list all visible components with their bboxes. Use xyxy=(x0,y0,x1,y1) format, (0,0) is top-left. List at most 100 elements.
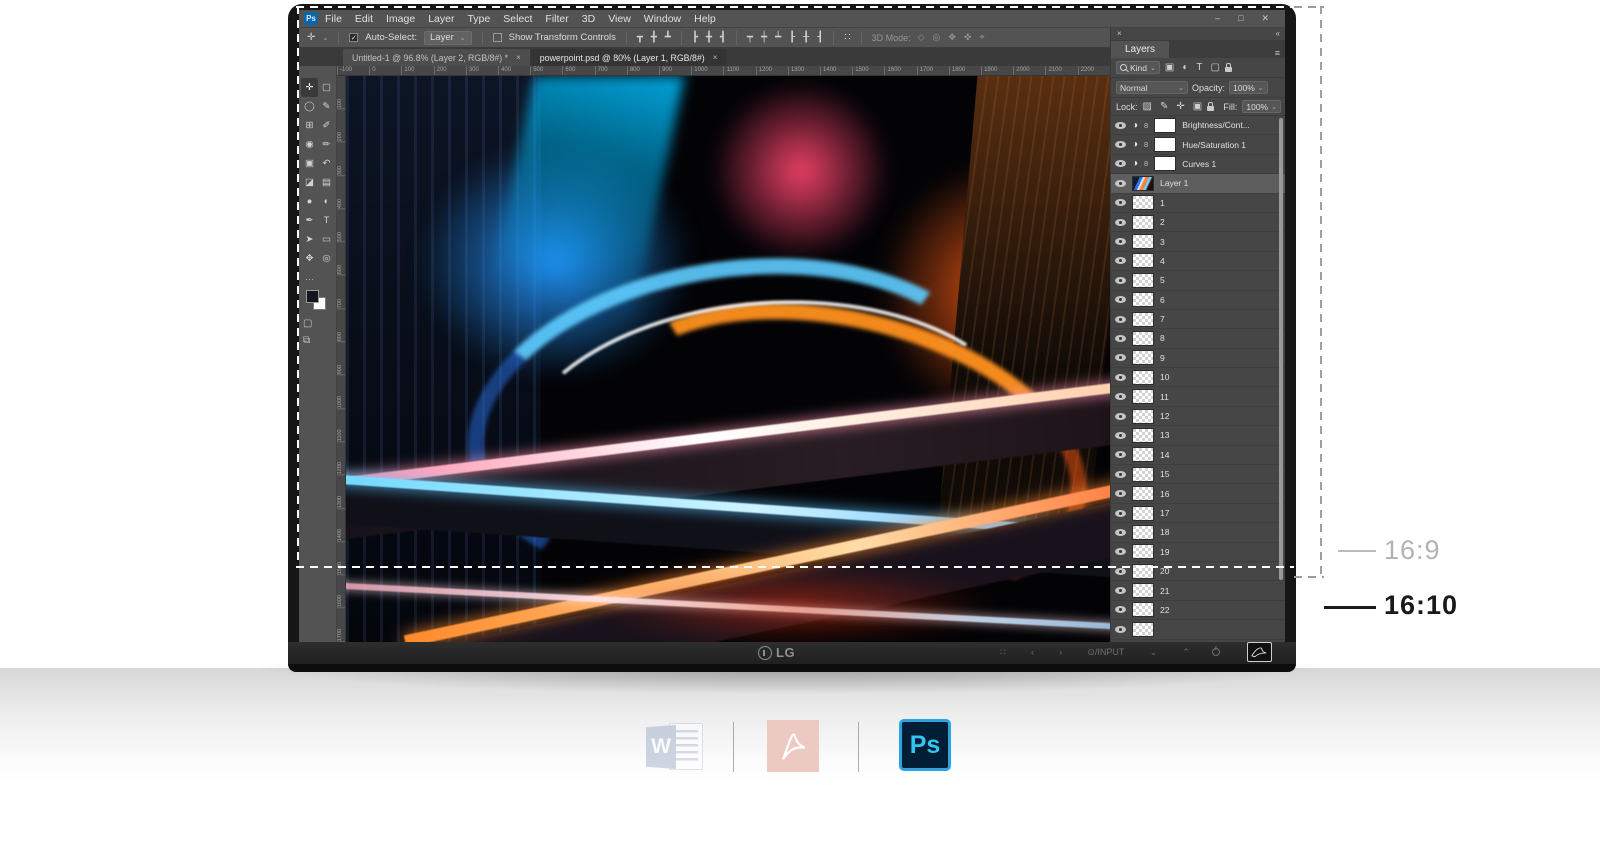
layer-name[interactable]: 6 xyxy=(1160,295,1165,305)
menu-item[interactable]: Help xyxy=(694,13,716,25)
layer-thumbnail[interactable] xyxy=(1132,447,1154,463)
visibility-eye-icon[interactable] xyxy=(1115,373,1126,381)
auto-select-target-dropdown[interactable]: Layer ⌄ xyxy=(424,30,472,45)
menu-item[interactable]: Filter xyxy=(545,13,568,25)
power-button[interactable] xyxy=(1212,648,1220,656)
layer-row[interactable]: 6 xyxy=(1111,291,1285,310)
history-brush-tool[interactable]: ↶ xyxy=(318,154,335,173)
layer-row[interactable]: 20 xyxy=(1111,562,1285,582)
align-icon[interactable]: ╋ xyxy=(706,32,712,43)
layer-row[interactable]: 9 xyxy=(1111,349,1285,369)
layer-name[interactable]: 2 xyxy=(1160,217,1165,227)
layer-thumbnail[interactable] xyxy=(1132,195,1154,211)
menu-item[interactable]: Window xyxy=(644,13,681,25)
screen-mode-icon[interactable]: ▢ xyxy=(303,318,312,329)
visibility-eye-icon[interactable] xyxy=(1115,509,1126,517)
lock-all-icon[interactable] xyxy=(1207,101,1215,111)
tab-close-icon[interactable]: × xyxy=(713,53,718,62)
minimize-button[interactable]: – xyxy=(1215,13,1220,24)
lock-option-icon[interactable]: ✎ xyxy=(1160,101,1168,112)
layer-name[interactable]: 4 xyxy=(1160,256,1165,266)
filter-type-icon[interactable]: ▢ xyxy=(1211,62,1220,73)
visibility-eye-icon[interactable] xyxy=(1115,179,1126,187)
layer-row[interactable]: 8 xyxy=(1111,329,1285,349)
layer-name[interactable]: 3 xyxy=(1160,237,1165,247)
align-icon[interactable]: ╋ xyxy=(651,32,657,43)
layer-name[interactable]: Hue/Saturation 1 xyxy=(1182,140,1246,150)
layer-thumbnail[interactable] xyxy=(1132,369,1154,385)
layer-name[interactable]: 17 xyxy=(1160,508,1169,518)
distribute-icon[interactable]: ┠ xyxy=(789,32,795,43)
layer-thumbnail[interactable] xyxy=(1132,234,1154,250)
filter-type-icon[interactable]: ◐ xyxy=(1182,62,1188,73)
layer-thumbnail[interactable] xyxy=(1132,350,1154,366)
quick-select-tool[interactable]: ✎ xyxy=(318,97,335,116)
crop-tool[interactable]: ⊞ xyxy=(301,116,318,135)
selected-layer-row[interactable]: Layer 1 xyxy=(1111,174,1285,194)
distribute-icon[interactable]: ┷ xyxy=(775,32,781,43)
foreground-color-swatch[interactable] xyxy=(306,290,319,303)
layer-thumbnail[interactable] xyxy=(1132,292,1154,308)
layer-row[interactable]: 18 xyxy=(1111,523,1285,543)
up-button[interactable]: ⌃ xyxy=(1182,647,1190,657)
visibility-eye-icon[interactable] xyxy=(1115,257,1126,265)
layer-row[interactable]: 14 xyxy=(1111,446,1285,466)
layer-name[interactable]: 10 xyxy=(1160,372,1169,382)
layer-name[interactable]: 7 xyxy=(1160,314,1165,324)
ps-app-icon[interactable]: Ps xyxy=(304,12,318,25)
visibility-eye-icon[interactable] xyxy=(1115,334,1126,342)
move-tool[interactable]: ✛ xyxy=(301,78,318,97)
zoom-tool[interactable]: ◎ xyxy=(318,249,335,268)
layer-row[interactable]: 3 xyxy=(1111,232,1285,252)
adjustment-layer-row[interactable]: ◑ 8 Curves 1 xyxy=(1111,155,1285,175)
3d-mode-icon[interactable]: ✥ xyxy=(948,32,956,43)
visibility-eye-icon[interactable] xyxy=(1115,451,1126,459)
layer-mask-thumbnail[interactable] xyxy=(1154,117,1177,133)
align-icon[interactable]: ┫ xyxy=(720,32,726,43)
visibility-eye-icon[interactable] xyxy=(1115,625,1126,633)
layer-thumbnail[interactable] xyxy=(1132,330,1154,346)
visibility-eye-icon[interactable] xyxy=(1115,218,1126,226)
close-button[interactable]: ✕ xyxy=(1261,13,1269,24)
align-icon[interactable]: ┻ xyxy=(665,32,671,43)
next-button[interactable]: › xyxy=(1059,647,1062,657)
hand-tool[interactable]: ✥ xyxy=(301,249,318,268)
align-icon[interactable]: ┳ xyxy=(637,32,643,43)
layer-row[interactable]: 2 xyxy=(1111,213,1285,233)
visibility-eye-icon[interactable] xyxy=(1115,393,1126,401)
adjustment-layer-row[interactable]: ◑ 8 Brightness/Cont... xyxy=(1111,116,1285,136)
menu-item[interactable]: 3D xyxy=(582,13,595,25)
layer-name[interactable]: Curves 1 xyxy=(1182,159,1216,169)
3d-mode-icon[interactable]: ◇ xyxy=(918,32,925,43)
filter-type-icon[interactable]: T xyxy=(1196,62,1202,73)
eyedropper-tool[interactable]: ✐ xyxy=(318,116,335,135)
layer-row[interactable]: 22 xyxy=(1111,601,1285,621)
document-tab-powerpoint[interactable]: powerpoint.psd @ 80% (Layer 1, RGB/8#) × xyxy=(530,49,727,66)
shape-tool[interactable]: ▭ xyxy=(318,230,335,249)
clone-stamp-tool[interactable]: ▣ xyxy=(301,154,318,173)
visibility-eye-icon[interactable] xyxy=(1115,160,1126,168)
menu-button[interactable]: ∷ xyxy=(1000,647,1006,657)
menu-item[interactable]: Edit xyxy=(355,13,373,25)
layer-row-cut[interactable] xyxy=(1111,620,1285,640)
visibility-eye-icon[interactable] xyxy=(1115,490,1126,498)
layer-thumbnail[interactable] xyxy=(1132,311,1154,327)
visibility-eye-icon[interactable] xyxy=(1115,315,1126,323)
distribute-icon[interactable]: ┯ xyxy=(747,32,753,43)
lock-option-icon[interactable]: ▨ xyxy=(1143,101,1152,112)
layer-thumbnail[interactable] xyxy=(1132,486,1154,502)
layer-thumbnail[interactable] xyxy=(1132,583,1154,599)
prev-button[interactable]: ‹ xyxy=(1031,647,1034,657)
layer-row[interactable]: 21 xyxy=(1111,581,1285,601)
eraser-tool[interactable]: ◪ xyxy=(301,173,318,192)
layer-row[interactable]: 15 xyxy=(1111,465,1285,485)
visibility-eye-icon[interactable] xyxy=(1115,431,1126,439)
menu-item[interactable]: Image xyxy=(386,13,415,25)
layer-row[interactable]: 5 xyxy=(1111,271,1285,291)
visibility-eye-icon[interactable] xyxy=(1115,470,1126,478)
layer-mask-thumbnail[interactable] xyxy=(1154,156,1177,172)
distribute-icon[interactable]: ┨ xyxy=(817,32,823,43)
layer-row[interactable]: 12 xyxy=(1111,407,1285,427)
visibility-eye-icon[interactable] xyxy=(1115,412,1126,420)
visibility-eye-icon[interactable] xyxy=(1115,276,1126,284)
